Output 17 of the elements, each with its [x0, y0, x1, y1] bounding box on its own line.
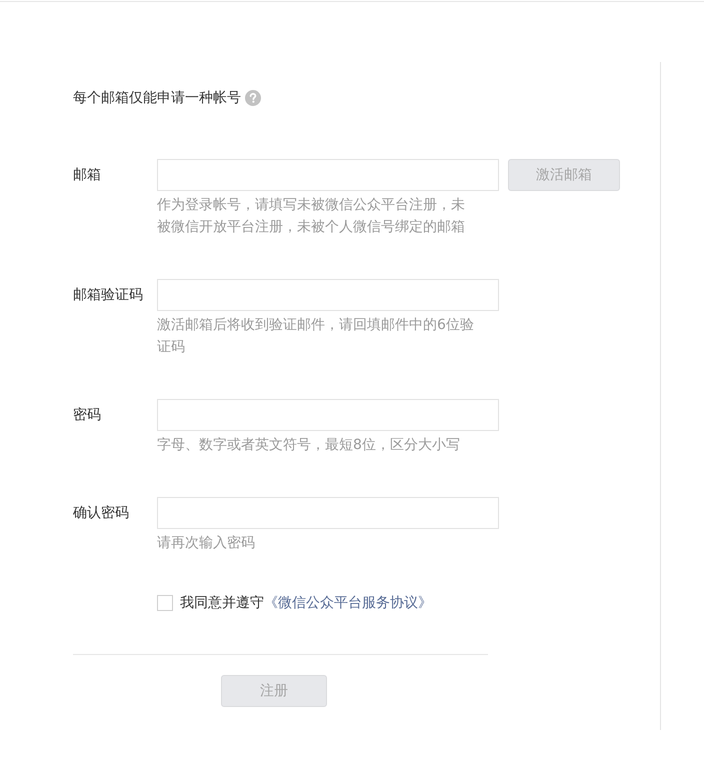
checkbox[interactable]	[157, 595, 173, 611]
field-label: 确认密码	[73, 504, 130, 523]
field-hint: 激活邮箱后将收到验证邮件，请回填邮件中的6位验证码	[157, 316, 475, 357]
field-label: 邮箱	[73, 166, 102, 185]
agreement-text: 我同意并遵守《微信公众平台服务协议》	[180, 594, 432, 613]
field-label: 邮箱验证码	[73, 286, 144, 305]
field-label: 密码	[73, 406, 102, 425]
notice-text: 每个邮箱仅能申请一种帐号	[73, 89, 241, 108]
input-field[interactable]	[157, 279, 499, 311]
field-hint: 作为登录帐号，请填写未被微信公众平台注册，未被微信开放平台注册，未被个人微信号绑定的邮箱	[157, 196, 466, 237]
field-hint: 请再次输入密码	[157, 534, 256, 553]
input-field[interactable]	[157, 399, 499, 431]
input-field[interactable]	[157, 159, 499, 191]
field-hint: 字母、数字或者英文符号，最短8位，区分大小写	[157, 436, 461, 455]
agreement-link[interactable]: 《微信公众平台服务协议》	[264, 595, 432, 611]
help-icon[interactable]	[245, 90, 261, 106]
input-field[interactable]	[157, 497, 499, 529]
